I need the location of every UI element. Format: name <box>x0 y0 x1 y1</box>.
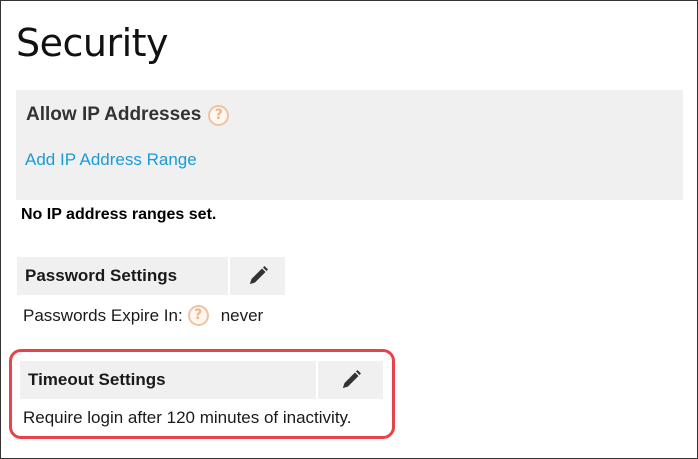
timeout-description: Require login after 120 minutes of inact… <box>23 408 352 427</box>
pencil-icon <box>249 266 268 284</box>
help-icon[interactable]: ? <box>187 305 209 326</box>
allow-ip-panel: Allow IP Addresses ? Add IP Address Rang… <box>16 90 683 200</box>
page-title: Security <box>16 21 169 65</box>
timeout-settings-heading: Timeout Settings <box>20 361 316 399</box>
timeout-settings-highlight: Timeout Settings Require login after 120… <box>9 349 395 439</box>
timeout-settings-header: Timeout Settings <box>20 361 383 399</box>
password-settings-heading: Password Settings <box>17 257 228 295</box>
edit-password-settings-button[interactable] <box>230 257 285 295</box>
password-expire-row: Passwords Expire In: ? never <box>23 305 263 326</box>
add-ip-range-link[interactable]: Add IP Address Range <box>25 150 197 170</box>
no-ip-ranges-message: No IP address ranges set. <box>21 206 217 223</box>
password-expire-value: never <box>220 305 264 325</box>
allow-ip-heading-row: Allow IP Addresses ? <box>26 104 230 126</box>
security-page: Security Allow IP Addresses ? Add IP Add… <box>0 0 698 459</box>
pencil-icon <box>342 370 361 388</box>
password-settings-header: Password Settings <box>17 257 285 295</box>
password-expire-label: Passwords Expire In: <box>23 305 183 325</box>
help-icon[interactable]: ? <box>208 104 230 126</box>
allow-ip-heading: Allow IP Addresses <box>26 104 202 125</box>
edit-timeout-settings-button[interactable] <box>318 361 383 399</box>
